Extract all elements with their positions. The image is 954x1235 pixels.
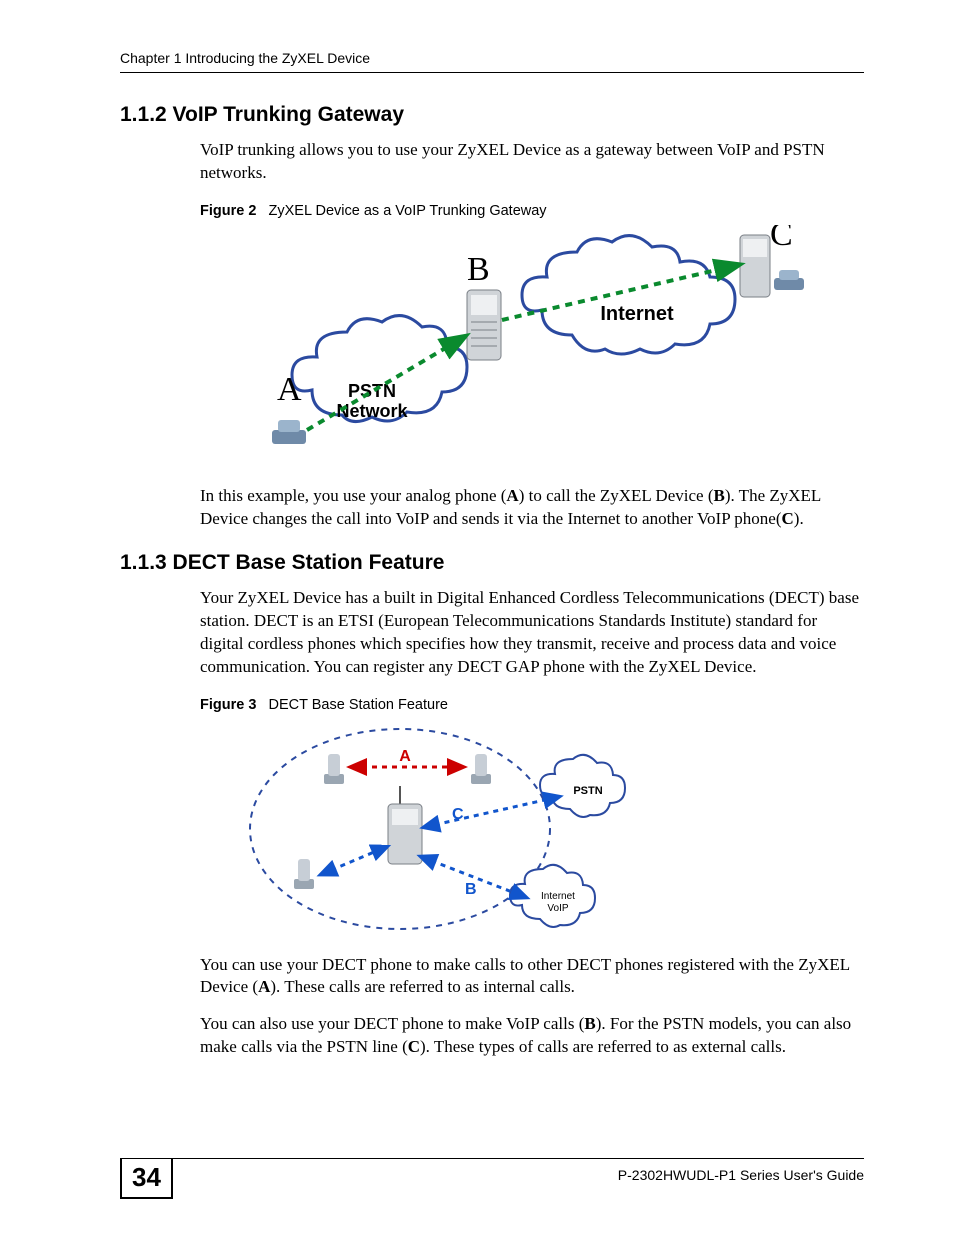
dect-phone-3-icon xyxy=(294,859,314,889)
figure-3-caption: Figure 3 DECT Base Station Feature xyxy=(200,697,864,713)
running-header: Chapter 1 Introducing the ZyXEL Device xyxy=(120,50,864,73)
fig3-label-a: A xyxy=(399,748,411,765)
svg-text:Network: Network xyxy=(336,401,408,421)
dect-phone-2-icon xyxy=(471,754,491,784)
figure-3-svg: PSTN Internet VoIP A xyxy=(240,719,660,944)
internet-cloud: Internet xyxy=(522,235,735,353)
internet-voip-cloud: Internet VoIP xyxy=(510,864,595,926)
guide-name: P-2302HWUDL-P1 Series User's Guide xyxy=(618,1165,864,1183)
page-number: 34 xyxy=(122,1158,171,1197)
base-station-icon xyxy=(388,786,422,864)
page-number-box: 34 xyxy=(120,1158,173,1199)
svg-text:Internet: Internet xyxy=(541,891,575,902)
page-container: Chapter 1 Introducing the ZyXEL Device 1… xyxy=(0,0,954,1235)
para-1-1-3-external-calls: You can also use your DECT phone to make… xyxy=(200,1013,864,1059)
figure-2: PSTN Network Internet A xyxy=(200,225,864,475)
heading-1-1-2: 1.1.2 VoIP Trunking Gateway xyxy=(120,103,864,127)
dect-phone-1-icon xyxy=(324,754,344,784)
para-1-1-3-internal-calls: You can use your DECT phone to make call… xyxy=(200,954,864,1000)
svg-text:PSTN: PSTN xyxy=(348,381,396,401)
figure-3-title: DECT Base Station Feature xyxy=(269,697,448,713)
para-1-1-2-example: In this example, you use your analog pho… xyxy=(200,485,864,531)
figure-2-title: ZyXEL Device as a VoIP Trunking Gateway xyxy=(269,203,547,219)
phone-a-icon xyxy=(272,420,306,444)
label-c: C xyxy=(770,225,793,253)
para-1-1-2-intro: VoIP trunking allows you to use your ZyX… xyxy=(200,139,864,185)
label-b: B xyxy=(467,251,490,288)
page-footer: 34 P-2302HWUDL-P1 Series User's Guide xyxy=(120,1158,864,1199)
svg-text:PSTN: PSTN xyxy=(573,785,602,797)
figure-2-svg: PSTN Network Internet A xyxy=(242,225,822,475)
section-1-1-2-body: VoIP trunking allows you to use your ZyX… xyxy=(200,139,864,531)
pstn-cloud: PSTN Network xyxy=(292,315,467,421)
arrow-c xyxy=(425,797,558,827)
figure-3: PSTN Internet VoIP A xyxy=(240,719,864,944)
fig3-label-c: C xyxy=(452,806,464,823)
fig3-label-b: B xyxy=(465,881,477,898)
device-c-icon xyxy=(740,235,770,297)
svg-text:Internet: Internet xyxy=(600,303,674,325)
figure-3-label: Figure 3 xyxy=(200,697,256,713)
device-b-icon xyxy=(467,290,501,360)
para-1-1-3-intro: Your ZyXEL Device has a built in Digital… xyxy=(200,587,864,679)
pstn-small-cloud: PSTN xyxy=(540,754,625,816)
figure-2-caption: Figure 2 ZyXEL Device as a VoIP Trunking… xyxy=(200,203,864,219)
label-a: A xyxy=(277,371,302,408)
heading-1-1-3: 1.1.3 DECT Base Station Feature xyxy=(120,551,864,575)
phone-c-icon xyxy=(774,270,804,290)
svg-text:VoIP: VoIP xyxy=(547,903,568,914)
arrow-phone3 xyxy=(322,847,386,874)
section-1-1-3-body: Your ZyXEL Device has a built in Digital… xyxy=(200,587,864,1060)
figure-2-label: Figure 2 xyxy=(200,203,256,219)
